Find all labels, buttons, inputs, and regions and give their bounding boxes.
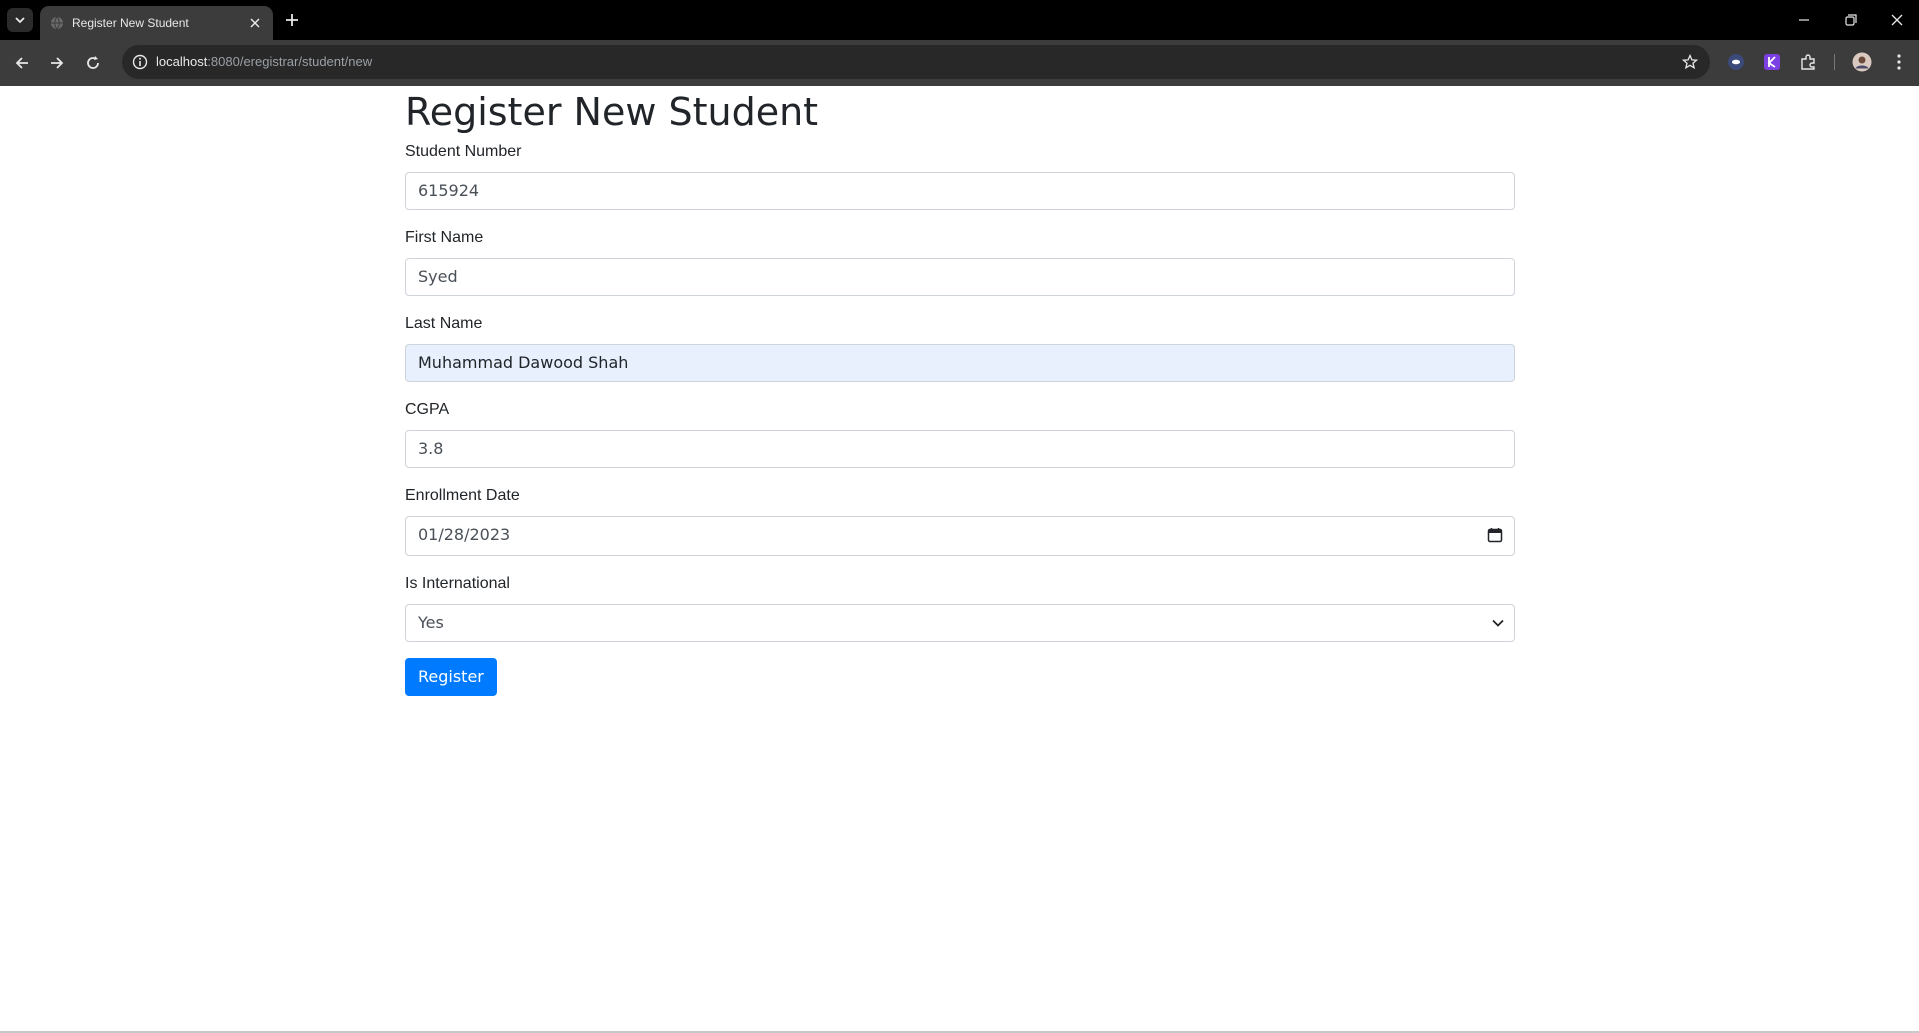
toolbar-divider [1834,54,1835,70]
form-container: Register New Student Student Number 6159… [405,86,1515,696]
close-window-icon[interactable] [1880,6,1914,34]
cgpa-input[interactable]: 3.8 [405,429,1515,468]
info-icon[interactable] [130,52,150,72]
is-international-label: Is International [405,574,510,592]
url-path: :8080/eregistrar/student/new [207,54,373,69]
extension-k-icon[interactable] [1762,52,1782,72]
first-name-input[interactable]: Syed [405,257,1515,296]
last-name-label: Last Name [405,314,483,332]
student-number-group: Student Number 615924 [405,140,1515,210]
enrollment-date-value: 01/28/2023 [405,515,1515,556]
register-button[interactable]: Register [405,657,497,696]
star-icon[interactable] [1680,52,1700,72]
extension-icon[interactable] [1798,52,1818,72]
tab-search-icon[interactable] [7,8,33,32]
extension-shield-icon[interactable] [1726,52,1746,72]
first-name-group: First Name Syed [405,226,1515,296]
back-icon[interactable] [9,50,35,76]
url-text: localhost:8080/eregistrar/student/new [156,54,372,69]
last-name-input[interactable]: Muhammad Dawood Shah [405,343,1515,382]
first-name-label: First Name [405,228,484,246]
browser-tab[interactable]: Register New Student [40,6,273,40]
plus-icon[interactable] [281,9,303,31]
enrollment-date-input[interactable]: 01/28/2023 [405,515,1515,556]
minimize-icon[interactable] [1787,6,1821,34]
menu-icon[interactable] [1889,52,1909,72]
chevron-down-icon [1492,619,1504,627]
browser-toolbar: localhost:8080/eregistrar/student/new [0,40,1919,86]
cgpa-label: CGPA [405,400,450,418]
address-bar[interactable]: localhost:8080/eregistrar/student/new [122,45,1710,79]
globe-icon [51,16,63,30]
calendar-icon[interactable] [1487,527,1503,543]
close-icon[interactable] [245,13,265,33]
page-title: Register New Student [405,90,819,134]
restore-icon[interactable] [1834,6,1868,34]
is-international-value: Yes [405,603,1515,642]
student-number-input[interactable]: 615924 [405,171,1515,210]
enrollment-date-group: Enrollment Date 01/28/2023 [405,484,1515,556]
forward-icon[interactable] [44,50,70,76]
cgpa-group: CGPA 3.8 [405,398,1515,468]
enrollment-date-label: Enrollment Date [405,486,520,504]
last-name-group: Last Name Muhammad Dawood Shah [405,312,1515,382]
page-content: Register New Student Student Number 6159… [0,86,1919,1033]
tab-title: Register New Student [72,16,189,30]
is-international-select[interactable]: Yes [405,603,1515,642]
profile-icon[interactable] [1852,52,1872,72]
is-international-group: Is International Yes [405,572,1515,642]
url-host: localhost [156,54,208,69]
reload-icon[interactable] [80,50,106,76]
student-number-label: Student Number [405,142,522,160]
browser-tab-strip: Register New Student [0,0,1919,40]
